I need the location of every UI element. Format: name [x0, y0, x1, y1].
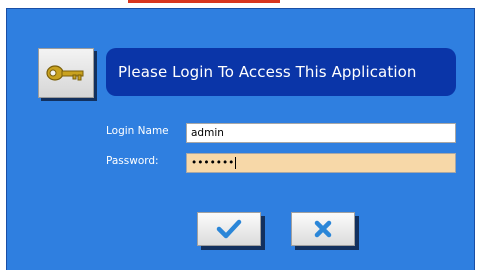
password-value: •••••••	[191, 157, 235, 169]
login-name-input[interactable]: admin	[186, 123, 456, 143]
cancel-button[interactable]	[291, 212, 355, 246]
checkmark-icon	[216, 219, 242, 239]
banner-title: Please Login To Access This Application	[118, 63, 417, 81]
login-banner: Please Login To Access This Application	[106, 48, 456, 96]
password-label: Password:	[106, 155, 159, 167]
login-name-value: admin	[191, 127, 224, 139]
key-icon-button	[38, 48, 94, 98]
login-name-label: Login Name	[106, 125, 169, 137]
password-input[interactable]: •••••••	[186, 153, 456, 173]
key-icon	[46, 65, 84, 81]
close-icon	[314, 220, 332, 238]
text-caret	[235, 157, 237, 169]
top-accent-bar	[128, 0, 280, 3]
ok-button[interactable]	[197, 212, 261, 246]
